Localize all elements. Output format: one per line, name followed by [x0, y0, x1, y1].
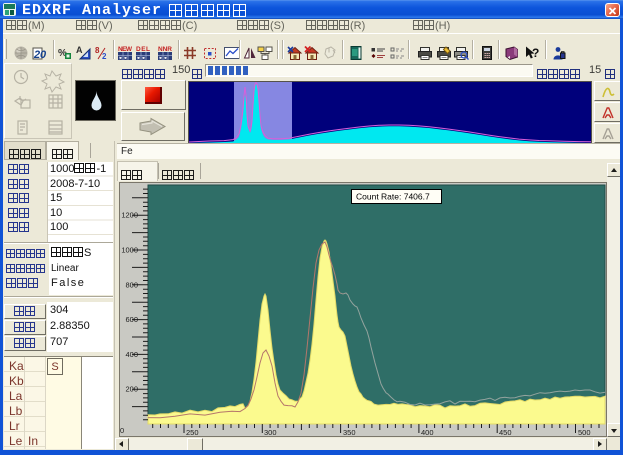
svg-text:350: 350 — [343, 428, 356, 436]
svg-text:NNR: NNR — [158, 46, 172, 53]
svg-text:8: 8 — [95, 46, 100, 55]
svg-text:400: 400 — [421, 428, 434, 436]
svg-text:800: 800 — [125, 280, 138, 289]
svg-text:NEW: NEW — [118, 46, 133, 53]
svg-text:400: 400 — [125, 350, 138, 359]
svg-text:0: 0 — [120, 426, 124, 435]
svg-text:1000: 1000 — [121, 246, 138, 255]
svg-text:200: 200 — [125, 385, 138, 394]
svg-text:1200: 1200 — [121, 211, 138, 220]
svg-text:2: 2 — [102, 52, 107, 61]
svg-text:?: ? — [532, 46, 539, 60]
svg-text:250: 250 — [186, 428, 199, 436]
svg-text:600: 600 — [125, 315, 138, 324]
svg-text:500: 500 — [578, 428, 591, 436]
svg-text:A: A — [76, 45, 83, 55]
svg-text:DEL: DEL — [136, 46, 150, 53]
svg-text:Count Rate: 7406.7: Count Rate: 7406.7 — [356, 192, 430, 202]
svg-text:300: 300 — [264, 428, 277, 436]
svg-text:450: 450 — [499, 428, 512, 436]
svg-text:0: 0 — [40, 49, 47, 61]
